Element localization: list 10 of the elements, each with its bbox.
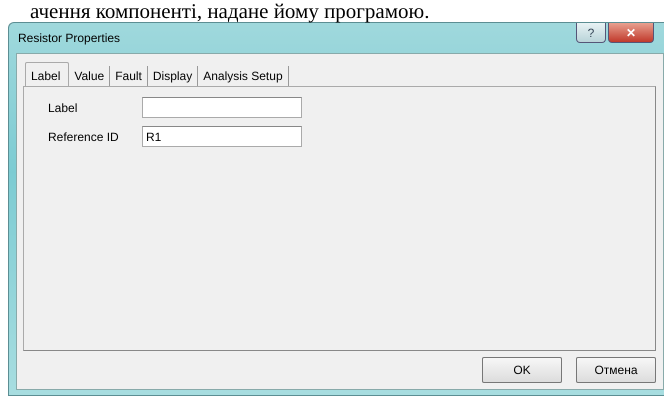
help-button[interactable]: ? xyxy=(576,23,606,43)
field-label: Label xyxy=(48,100,78,116)
field-label: Reference ID xyxy=(48,128,120,146)
document-text: ачення компоненті, надане йому програмою. xyxy=(29,0,430,22)
ok-button[interactable]: OK xyxy=(482,357,562,383)
cancel-button[interactable]: Отмена xyxy=(576,357,656,383)
tab[interactable]: Label xyxy=(25,62,70,86)
window-title: Resistor Properties xyxy=(17,30,122,47)
text-field[interactable] xyxy=(142,97,302,118)
text-field[interactable]: R1 xyxy=(142,126,302,147)
